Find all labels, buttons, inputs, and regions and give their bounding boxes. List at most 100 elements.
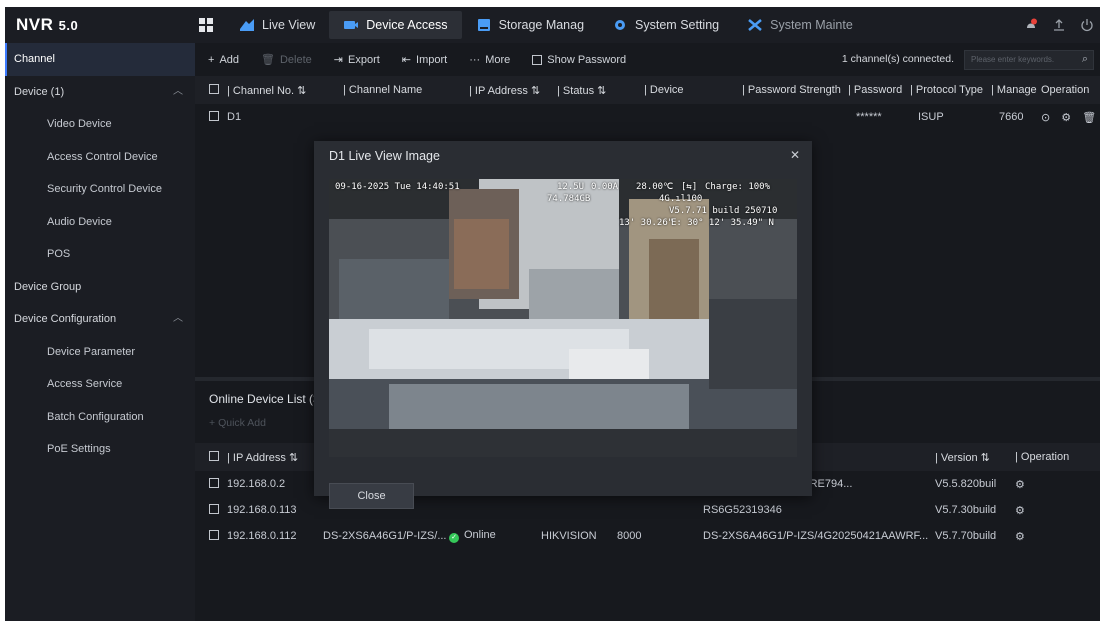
col-status[interactable]: | Status ⇅	[557, 76, 644, 104]
quick-add-label: Quick Add	[218, 417, 266, 429]
trash-icon: 🗑	[261, 54, 275, 66]
sidebar-item-poe-settings[interactable]: PoE Settings	[5, 433, 195, 466]
chevron-up-icon: ︿	[173, 313, 183, 324]
trash-icon[interactable]: 🗑	[1082, 112, 1096, 124]
gear-icon[interactable]: ⚙	[1015, 479, 1025, 491]
operation-cell: ⊙ ⚙ 🗑	[1041, 104, 1100, 130]
osd-battery-icon: [⇆]	[681, 182, 698, 192]
row-checkbox[interactable]	[209, 477, 219, 488]
header-label: Channel No.	[232, 84, 295, 97]
show-password-label: Show Password	[547, 53, 627, 66]
version-cell: V5.7.30build	[935, 504, 997, 516]
search-icon[interactable]: ⌕	[1082, 53, 1088, 66]
osd-temperature: 28.00℃	[636, 182, 674, 192]
col-ip-address[interactable]: | IP Address ⇅	[219, 443, 323, 471]
sidebar-item-access-control-device[interactable]: Access Control Device	[5, 141, 195, 174]
sidebar-item-device[interactable]: Device (1) ︿	[5, 76, 195, 109]
checkbox-icon	[532, 54, 543, 65]
col-operation: Operation	[1041, 76, 1100, 104]
row-checkbox[interactable]	[209, 529, 219, 540]
tab-device-access[interactable]: Device Access	[329, 11, 462, 39]
sidebar-item-security-control-device[interactable]: Security Control Device	[5, 173, 195, 206]
tab-live-view[interactable]: Live View	[225, 11, 329, 39]
close-icon[interactable]: ✕	[790, 148, 800, 162]
osd-signal: 4G.ıl100	[659, 194, 703, 204]
header-label: Password	[853, 84, 903, 96]
tab-storage-management[interactable]: Storage Manag	[462, 11, 598, 39]
ip-cell: 192.168.0.112	[227, 530, 297, 542]
more-button[interactable]: ··· More	[469, 54, 510, 66]
sidebar-item-device-group[interactable]: Device Group	[5, 271, 195, 304]
tab-system-setting[interactable]: System Setting	[598, 11, 733, 39]
sidebar-item-pos[interactable]: POS	[5, 238, 195, 271]
power-icon[interactable]	[1080, 18, 1094, 32]
select-all-checkbox[interactable]	[209, 450, 219, 461]
col-version[interactable]: | Version ⇅	[935, 443, 1015, 471]
sidebar-item-device-configuration[interactable]: Device Configuration ︿	[5, 303, 195, 336]
sidebar-item-label: Device Group	[14, 280, 82, 293]
header-label: Device	[649, 84, 684, 96]
sidebar-item-access-service[interactable]: Access Service	[5, 368, 195, 401]
play-icon[interactable]: ⊙	[1041, 112, 1050, 124]
add-button[interactable]: + Add	[208, 54, 239, 66]
osd-voltage: 12.5U	[557, 182, 585, 192]
close-button[interactable]: Close	[329, 483, 414, 509]
password-cell: ******	[856, 111, 882, 123]
sidebar-item-label: Device Parameter	[47, 345, 136, 358]
header-label: Operation	[1041, 84, 1090, 96]
export-button[interactable]: ⇥ Export	[334, 53, 380, 67]
sidebar-item-video-device[interactable]: Video Device	[5, 108, 195, 141]
live-view-image: 09-16-2025 Tue 14:40:51 12.5U 0.00A 28.0…	[329, 179, 797, 457]
sidebar-item-label: Video Device	[47, 118, 112, 130]
table-row[interactable]: 192.168.0.112 DS-2XS6A46G1/P-IZS/... ✓ On…	[195, 523, 1100, 549]
import-button[interactable]: ⇤ Import	[401, 53, 447, 67]
col-protocol-type: | Protocol Type	[910, 84, 983, 96]
gear-icon[interactable]: ⚙	[1061, 112, 1071, 124]
upload-icon[interactable]	[1052, 18, 1066, 32]
row-checkbox[interactable]	[209, 503, 219, 514]
show-password-checkbox[interactable]: Show Password	[532, 54, 626, 66]
add-label: Add	[219, 53, 240, 66]
sidebar-item-label: Batch Configuration	[47, 410, 144, 423]
serial-cell: RS6G52319346	[703, 504, 782, 516]
col-channel-name: | Channel Name	[343, 84, 423, 96]
col-ip-address[interactable]: | IP Address ⇅	[469, 76, 557, 104]
select-all-checkbox[interactable]	[209, 83, 219, 94]
tab-system-maintenance[interactable]: System Mainte	[733, 11, 867, 39]
header-label: IP Address	[232, 451, 286, 464]
header-label: Operation	[1020, 451, 1070, 463]
gear-icon[interactable]: ⚙	[1015, 531, 1025, 543]
vendor-cell	[541, 497, 617, 523]
sidebar-item-audio-device[interactable]: Audio Device	[5, 206, 195, 239]
osd-datetime: 09-16-2025 Tue 14:40:51	[335, 182, 460, 192]
nvr-app: NVR 5.0 Live View Device Access Storage …	[5, 7, 1100, 621]
apps-grid-icon[interactable]	[199, 18, 213, 32]
sidebar-item-label: Security Control Device	[47, 183, 162, 195]
protocol-cell: ISUP	[918, 111, 944, 123]
alarm-icon[interactable]	[1024, 18, 1038, 32]
header-label: Protocol Type	[915, 84, 983, 96]
operation-cell: ⚙	[1015, 471, 1100, 497]
import-icon: ⇤	[401, 54, 412, 66]
osd-coords-b: E: 30° 12' 35.49" N	[671, 218, 774, 228]
select-all-cell	[195, 443, 219, 471]
live-view-icon	[240, 19, 254, 31]
table-row[interactable]: D1 ****** ISUP 7660 ⊙ ⚙ 🗑	[195, 104, 1100, 130]
search-input[interactable]: Please enter keywords. ⌕	[964, 50, 1094, 70]
sidebar-item-device-parameter[interactable]: Device Parameter	[5, 336, 195, 369]
sidebar-item-batch-configuration[interactable]: Batch Configuration	[5, 401, 195, 434]
col-password-strength: | Password Strength	[742, 84, 841, 96]
row-checkbox[interactable]	[209, 110, 219, 121]
gear-icon	[615, 20, 626, 30]
select-all-cell	[195, 76, 219, 104]
delete-label: Delete	[279, 53, 312, 66]
tab-label: Storage Manag	[498, 18, 585, 32]
camera-icon	[344, 21, 359, 29]
col-operation: | Operation	[1015, 451, 1070, 463]
sidebar-item-channel[interactable]: Channel	[5, 43, 195, 76]
col-channel-no[interactable]: | Channel No. ⇅	[219, 76, 343, 104]
header-label: Manage	[996, 84, 1037, 96]
delete-button[interactable]: 🗑 Delete	[261, 53, 312, 67]
gear-icon[interactable]: ⚙	[1015, 505, 1025, 517]
header-label: IP Address	[474, 84, 528, 97]
